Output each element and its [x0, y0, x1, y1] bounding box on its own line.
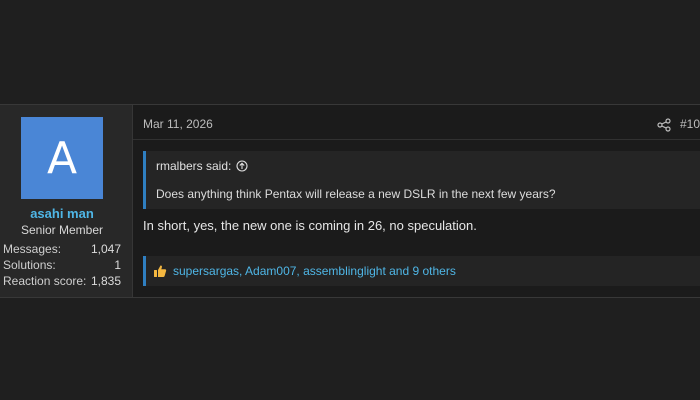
share-icon[interactable] [657, 118, 671, 132]
stat-solutions: Solutions: 1 [3, 257, 121, 273]
quote-author[interactable]: rmalbers said: [156, 159, 231, 173]
quote-header[interactable]: rmalbers said: [156, 159, 248, 173]
forum-post: A asahi man Senior Member Messages: 1,04… [0, 104, 700, 298]
reactions-bar[interactable]: supersargas, Adam007, assemblinglight an… [143, 256, 700, 286]
post-header: Mar 11, 2026 #10 [133, 105, 700, 140]
quote-text: Does anything think Pentax will release … [156, 187, 556, 201]
stat-value: 1,047 [90, 242, 121, 256]
stat-value[interactable]: 1,835 [91, 273, 121, 289]
user-title: Senior Member [20, 223, 104, 237]
post-number-link[interactable]: #10 [680, 117, 700, 131]
forum-page: A asahi man Senior Member Messages: 1,04… [0, 0, 700, 400]
stat-label: Reaction score: [3, 274, 87, 288]
user-stats: Messages: 1,047 Solutions: 1 Reaction sc… [3, 241, 121, 289]
post-content: Mar 11, 2026 #10 rmalbers said: Does any… [133, 105, 700, 297]
post-body: In short, yes, the new one is coming in … [143, 218, 477, 233]
stat-messages: Messages: 1,047 [3, 241, 121, 257]
post-date-link[interactable]: Mar 11, 2026 [143, 117, 213, 131]
arrow-up-circle-icon[interactable] [236, 160, 248, 172]
avatar-letter: A [46, 132, 78, 184]
username-link[interactable]: asahi man [0, 206, 124, 221]
user-info-panel: A asahi man Senior Member Messages: 1,04… [0, 105, 141, 297]
reaction-users-link[interactable]: supersargas, Adam007, assemblinglight an… [173, 264, 456, 278]
thumbs-up-icon [154, 265, 167, 277]
stat-label: Solutions: [3, 258, 56, 272]
quote-block: rmalbers said: Does anything think Penta… [143, 151, 700, 209]
avatar[interactable]: A [21, 117, 103, 199]
stat-reaction-score: Reaction score: 1,835 [3, 273, 121, 289]
stat-value: 1 [114, 258, 121, 272]
stat-label: Messages: [3, 242, 62, 256]
